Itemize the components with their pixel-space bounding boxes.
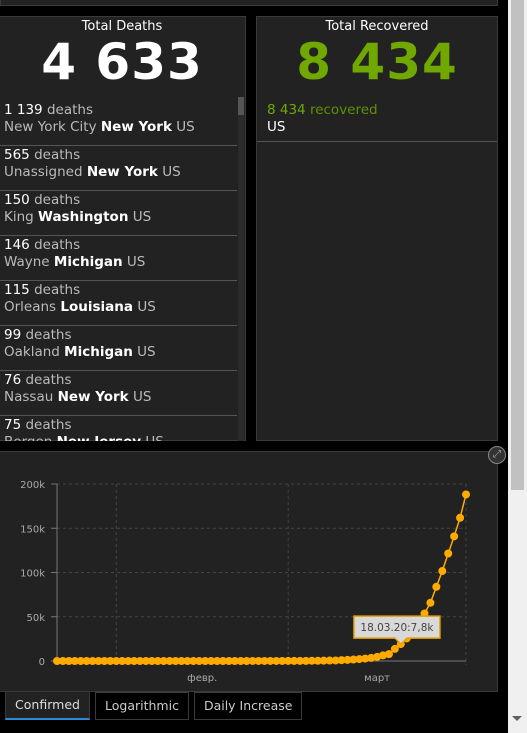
y-tick-label: 0 bbox=[39, 657, 45, 668]
state: Louisiana bbox=[60, 299, 134, 315]
place: Wayne bbox=[4, 254, 50, 270]
death-count: 76 bbox=[4, 372, 22, 388]
death-unit: deaths bbox=[25, 327, 72, 343]
place: New York City bbox=[4, 119, 97, 135]
x-tick-label: март bbox=[364, 673, 390, 684]
chart-tabs: Confirmed Logarithmic Daily Increase bbox=[5, 692, 307, 720]
panel-title: Total Recovered bbox=[325, 19, 429, 34]
list-item[interactable]: 150 deaths King Washington US bbox=[0, 191, 237, 236]
death-count: 99 bbox=[4, 327, 22, 343]
list-item[interactable]: 75 deathsBergen New Jersey US bbox=[0, 416, 237, 441]
expand-icon: ⤢ bbox=[493, 449, 501, 460]
death-count: 75 bbox=[4, 417, 22, 433]
death-count: 115 bbox=[4, 282, 30, 298]
country: US bbox=[267, 119, 286, 135]
state: New York bbox=[100, 119, 172, 135]
death-count: 150 bbox=[4, 192, 30, 208]
data-point bbox=[438, 567, 447, 576]
country: US bbox=[145, 434, 163, 441]
list-item[interactable]: 76 deaths Nassau New York US bbox=[0, 371, 237, 416]
tab-logarithmic[interactable]: Logarithmic bbox=[95, 692, 189, 720]
country: US bbox=[132, 389, 152, 405]
y-tick-label: 150k bbox=[20, 524, 45, 535]
state: New York bbox=[86, 164, 158, 180]
y-tick-label: 100k bbox=[20, 569, 45, 580]
y-tick-label: 50k bbox=[26, 613, 45, 624]
death-unit: deaths bbox=[34, 192, 81, 208]
confirmed-chart[interactable]: 0 50k 100k 150k 200k февр. март 18.03.20:7,8k bbox=[0, 452, 499, 693]
list-item[interactable]: 115 deaths Orleans Louisiana US bbox=[0, 281, 237, 326]
death-unit: deaths bbox=[25, 417, 72, 433]
page-scrollbar[interactable] bbox=[508, 0, 527, 733]
state: New York bbox=[57, 389, 129, 405]
death-unit: deaths bbox=[34, 237, 81, 253]
state: New Jersey bbox=[57, 434, 141, 441]
country: US bbox=[176, 119, 195, 135]
country: US bbox=[126, 254, 146, 270]
state: Michigan bbox=[53, 254, 123, 270]
list-scrollbar[interactable] bbox=[238, 97, 244, 441]
death-count: 146 bbox=[4, 237, 30, 253]
total-recovered-value: 8 434 bbox=[296, 33, 458, 91]
country: US bbox=[137, 299, 156, 315]
data-point bbox=[450, 532, 459, 541]
recovered-count: 8 434 bbox=[267, 102, 306, 118]
place: Oakland bbox=[4, 344, 60, 360]
total-recovered-panel: Total Recovered 8 434 8 434 recovered US bbox=[256, 16, 498, 441]
y-tick-label: 200k bbox=[20, 480, 45, 491]
list-scrollbar-thumb[interactable] bbox=[238, 97, 244, 115]
place: King bbox=[4, 209, 34, 225]
data-point bbox=[462, 490, 470, 499]
expand-button[interactable]: ⤢ bbox=[488, 446, 506, 464]
death-unit: deaths bbox=[46, 102, 93, 118]
recovered-unit: recovered bbox=[309, 102, 378, 118]
place: Bergen bbox=[4, 434, 52, 441]
place: Unassigned bbox=[4, 164, 83, 180]
top-panel-edge bbox=[0, 0, 498, 6]
list-item[interactable]: 565 deaths Unassigned New York US bbox=[0, 146, 237, 191]
chart-panel: 0 50k 100k 150k 200k февр. март 18.03.20:7,8k bbox=[0, 451, 498, 692]
total-deaths-value: 4 633 bbox=[41, 33, 203, 91]
deaths-list[interactable]: 1 139 deaths New York City New York US 565… bbox=[0, 101, 237, 441]
place: Orleans bbox=[4, 299, 57, 315]
list-item[interactable]: 8 434 recovered US bbox=[257, 101, 497, 142]
tooltip: 18.03.20:7,8k bbox=[353, 615, 441, 646]
data-point bbox=[432, 582, 441, 591]
data-point bbox=[444, 549, 453, 558]
death-count: 565 bbox=[4, 147, 30, 163]
country: US bbox=[137, 344, 156, 360]
panel-title: Total Deaths bbox=[81, 19, 163, 34]
tab-daily-increase[interactable]: Daily Increase bbox=[193, 692, 303, 720]
tab-confirmed[interactable]: Confirmed bbox=[5, 692, 90, 720]
list-item[interactable]: 146 deaths Wayne Michigan US bbox=[0, 236, 237, 281]
scroll-down-arrow-icon[interactable] bbox=[512, 716, 522, 721]
country: US bbox=[132, 209, 152, 225]
list-item[interactable]: 99 deaths Oakland Michigan US bbox=[0, 326, 237, 371]
list-item[interactable]: 1 139 deaths New York City New York US bbox=[0, 101, 237, 146]
place: Nassau bbox=[4, 389, 54, 405]
death-unit: deaths bbox=[34, 147, 81, 163]
state: Washington bbox=[38, 209, 129, 225]
data-point bbox=[456, 513, 465, 522]
x-tick-label: февр. bbox=[187, 673, 217, 684]
country: US bbox=[162, 164, 181, 180]
state: Michigan bbox=[64, 344, 133, 360]
page-scrollbar-thumb[interactable] bbox=[511, 0, 524, 490]
tooltip-label: 18.03.20:7,8k bbox=[360, 622, 434, 634]
death-unit: deaths bbox=[34, 282, 81, 298]
death-unit: deaths bbox=[25, 372, 72, 388]
total-deaths-panel: Total Deaths 4 633 1 139 deaths New York … bbox=[0, 16, 246, 441]
death-count: 1 139 bbox=[4, 102, 43, 118]
data-point bbox=[426, 598, 435, 607]
